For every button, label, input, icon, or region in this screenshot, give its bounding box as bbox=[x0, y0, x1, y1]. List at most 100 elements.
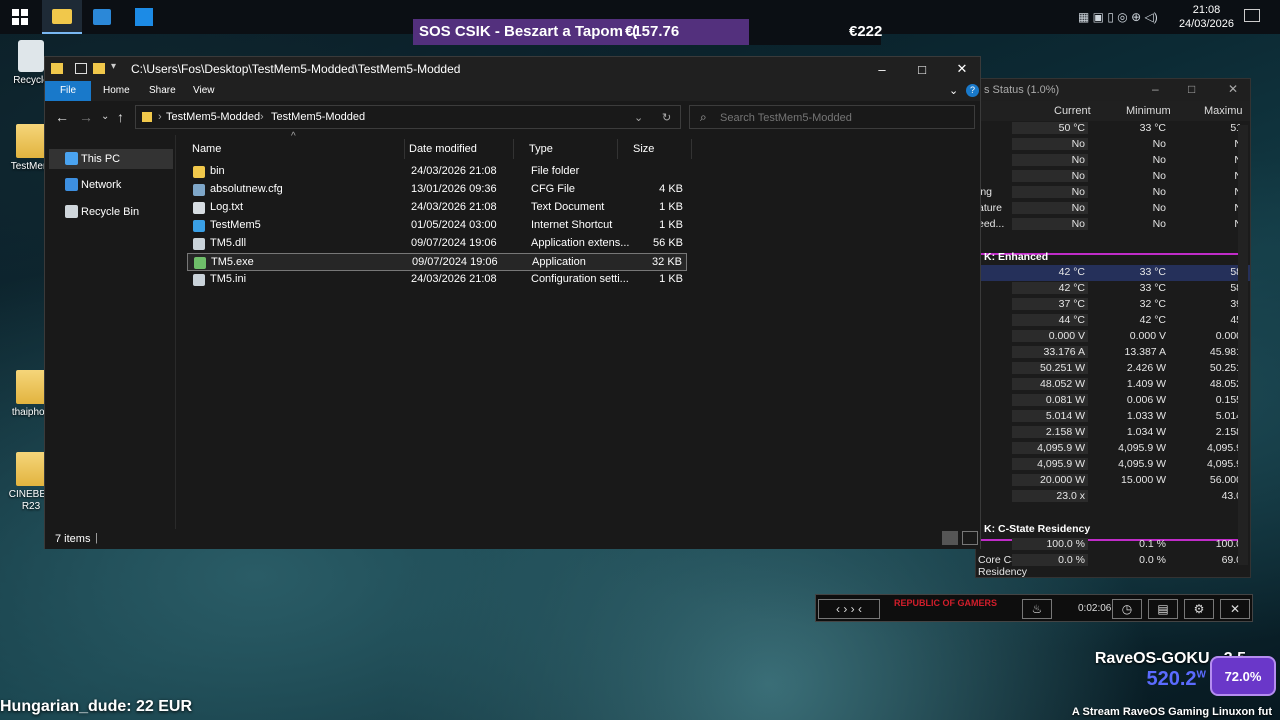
sensor-row[interactable]: 4,095.9 W 4,095.9 W 4,095.9 bbox=[976, 441, 1250, 457]
sensor-minimum: No bbox=[1152, 154, 1166, 166]
breadcrumb-item[interactable]: TestMem5-Modded bbox=[271, 111, 365, 123]
clock[interactable]: 21:08 24/03/2026 bbox=[1179, 3, 1234, 31]
tab-share[interactable]: Share bbox=[139, 81, 186, 101]
sensor-status-window: s Status (1.0%) – □ ✕ Current Minimum Ma… bbox=[975, 78, 1251, 578]
sensor-row[interactable]: No No N bbox=[976, 137, 1250, 153]
sensor-row[interactable]: 100.0 % 0.1 % 100.0 bbox=[976, 537, 1250, 553]
close-button[interactable]: ✕ bbox=[1220, 599, 1250, 619]
sensor-row[interactable]: 23.0 x 43.0 bbox=[976, 489, 1250, 505]
sensor-current: No bbox=[1012, 218, 1088, 230]
sensor-current: 2.158 W bbox=[1012, 426, 1088, 438]
notification-icon[interactable] bbox=[1244, 9, 1260, 22]
folder-icon bbox=[51, 63, 63, 74]
large-icons-view-icon[interactable] bbox=[962, 531, 978, 545]
sensor-row[interactable]: 42 °C 33 °C 58 bbox=[976, 281, 1250, 297]
column-header-date[interactable]: Date modified bbox=[394, 139, 514, 159]
file-name: bin bbox=[210, 165, 225, 177]
sensor-row[interactable]: 50.251 W 2.426 W 50.251 bbox=[976, 361, 1250, 377]
start-button[interactable] bbox=[0, 0, 40, 34]
tab-view[interactable]: View bbox=[183, 81, 225, 101]
nav-arrows[interactable]: ‹ › › ‹ bbox=[818, 599, 880, 619]
settings-button[interactable]: ⚙ bbox=[1184, 599, 1214, 619]
taskbar-app-button[interactable] bbox=[124, 0, 164, 34]
file-row[interactable]: TM5.ini 24/03/2026 21:08 Configuration set… bbox=[187, 271, 687, 289]
sensor-row[interactable]: 5.014 W 1.033 W 5.014 bbox=[976, 409, 1250, 425]
sensor-current: No bbox=[1012, 154, 1088, 166]
properties-icon[interactable] bbox=[75, 63, 87, 74]
column-header-type[interactable]: Type bbox=[514, 139, 618, 159]
column-header-name[interactable]: Name bbox=[177, 139, 405, 159]
file-row[interactable]: absolutnew.cfg 13/01/2026 09:36 CFG File 4 … bbox=[187, 181, 687, 199]
maximize-button[interactable]: □ bbox=[1188, 82, 1195, 96]
taskbar-explorer-button[interactable] bbox=[42, 0, 82, 34]
file-date: 24/03/2026 21:08 bbox=[411, 201, 497, 213]
title-bar[interactable]: ▾ C:\Users\Fos\Desktop\TestMem5-Modded\T… bbox=[45, 57, 980, 81]
sensor-row[interactable]: 20.000 W 15.000 W 56.000 bbox=[976, 473, 1250, 489]
ini-file-icon bbox=[193, 274, 205, 286]
maximize-button[interactable]: □ bbox=[903, 57, 941, 81]
sensor-row[interactable]: 42 °C 33 °C 58 bbox=[976, 265, 1250, 281]
sensor-row[interactable]: 0.081 W 0.006 W 0.155 bbox=[976, 393, 1250, 409]
sensor-row[interactable]: 4,095.9 W 4,095.9 W 4,095.9 bbox=[976, 457, 1250, 473]
close-button[interactable]: ✕ bbox=[1228, 82, 1238, 96]
address-bar[interactable]: › TestMem5-Modded › TestMem5-Modded ⌄ ↻ bbox=[135, 105, 681, 129]
sensor-current: 100.0 % bbox=[1012, 538, 1088, 550]
back-button[interactable]: ← bbox=[55, 109, 69, 125]
sensor-minimum: 33 °C bbox=[1139, 122, 1166, 134]
nav-item-recycle-bin[interactable]: Recycle Bin bbox=[49, 202, 173, 222]
sensor-row[interactable]: 0.000 V 0.000 V 0.000 bbox=[976, 329, 1250, 345]
windows-icon bbox=[12, 9, 28, 25]
column-header-size[interactable]: Size bbox=[618, 139, 692, 159]
tray-icons[interactable]: ▦ ▣ ▯ ◎ ⊕ ◁) bbox=[1078, 10, 1158, 24]
search-input[interactable] bbox=[720, 110, 960, 126]
nav-item-this-pc[interactable]: This PC bbox=[49, 149, 173, 169]
sensor-current: 5.014 W bbox=[1012, 410, 1088, 422]
scrollbar[interactable] bbox=[1238, 125, 1248, 565]
minimize-button[interactable]: – bbox=[1152, 82, 1159, 96]
sensor-row[interactable]: eed...NoNoN bbox=[976, 217, 1250, 233]
flame-button[interactable]: ♨ bbox=[1022, 599, 1052, 619]
file-row[interactable]: Log.txt 24/03/2026 21:08 Text Document 1 KB bbox=[187, 199, 687, 217]
sensor-row[interactable]: ingNoNoN bbox=[976, 185, 1250, 201]
sensor-maximum: 100.0 bbox=[1215, 538, 1242, 550]
help-icon[interactable]: ? bbox=[966, 84, 979, 97]
taskbar-store-button[interactable] bbox=[82, 0, 122, 34]
sensor-row[interactable]: Core C3 Residency 0.0 % 0.0 % 69.0 bbox=[976, 553, 1250, 577]
file-row[interactable]: TM5.exe 09/07/2024 19:06 Application 32 KB bbox=[187, 253, 687, 271]
sensor-row[interactable]: 33.176 A 13.387 A 45.981 bbox=[976, 345, 1250, 361]
recent-locations-button[interactable]: ⌄ bbox=[101, 111, 109, 122]
sensor-maximum: N bbox=[1170, 154, 1242, 166]
sensor-row[interactable]: 44 °C 42 °C 45 bbox=[976, 313, 1250, 329]
save-button[interactable]: ▤ bbox=[1148, 599, 1178, 619]
up-button[interactable]: ↑ bbox=[117, 109, 124, 125]
expand-ribbon-icon[interactable]: ⌄ bbox=[949, 84, 958, 97]
sensor-row[interactable]: 50 °C 33 °C 51 bbox=[976, 121, 1250, 137]
file-row[interactable]: bin 24/03/2026 21:08 File folder bbox=[187, 163, 687, 181]
quick-access-dropdown[interactable]: ▾ bbox=[111, 61, 116, 72]
breadcrumb-item[interactable]: TestMem5-Modded bbox=[166, 111, 260, 123]
file-size: 56 KB bbox=[653, 237, 683, 249]
tab-file[interactable]: File bbox=[45, 81, 91, 101]
refresh-icon[interactable]: ↻ bbox=[662, 111, 671, 124]
details-view-icon[interactable] bbox=[942, 531, 958, 545]
sensor-minimum: 0.1 % bbox=[1139, 538, 1166, 550]
new-folder-icon[interactable] bbox=[93, 63, 105, 74]
sensor-row[interactable]: No No N bbox=[976, 169, 1250, 185]
sensor-row[interactable]: 48.052 W 1.409 W 48.052 bbox=[976, 377, 1250, 393]
clock-button[interactable]: ◷ bbox=[1112, 599, 1142, 619]
chevron-down-icon[interactable]: ⌄ bbox=[634, 111, 643, 124]
close-button[interactable]: ✕ bbox=[943, 57, 981, 81]
nav-item-network[interactable]: Network bbox=[49, 175, 173, 195]
file-row[interactable]: TestMem5 01/05/2024 03:00 Internet Shortcu… bbox=[187, 217, 687, 235]
forward-button[interactable]: → bbox=[79, 109, 93, 125]
sensor-row[interactable]: atureNoNoN bbox=[976, 201, 1250, 217]
sensor-row[interactable]: 2.158 W 1.034 W 2.158 bbox=[976, 425, 1250, 441]
file-row[interactable]: TM5.dll 09/07/2024 19:06 Application exten… bbox=[187, 235, 687, 253]
sensor-row[interactable]: No No N bbox=[976, 153, 1250, 169]
network-icon bbox=[65, 178, 78, 191]
sensor-maximum: 45 bbox=[1230, 314, 1242, 326]
tab-home[interactable]: Home bbox=[93, 81, 140, 101]
search-box[interactable]: ⌕ bbox=[689, 105, 975, 129]
minimize-button[interactable]: – bbox=[863, 57, 901, 81]
sensor-row[interactable]: 37 °C 32 °C 39 bbox=[976, 297, 1250, 313]
